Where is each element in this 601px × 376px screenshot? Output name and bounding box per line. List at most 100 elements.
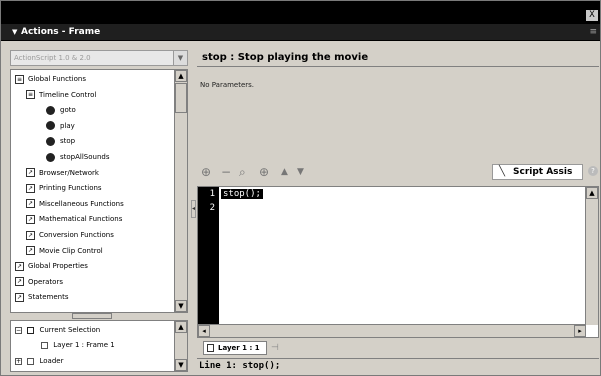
tree-item[interactable]: ↗ Operators xyxy=(15,275,63,289)
action-circle-icon xyxy=(46,136,55,146)
tree-item[interactable]: ↗ Printing Functions xyxy=(26,181,102,195)
book-closed-icon: ↗ xyxy=(26,246,35,256)
book-closed-icon: ↗ xyxy=(15,277,24,287)
line-number: 1 xyxy=(209,189,215,199)
editor-vertical-scrollbar[interactable]: ▲ xyxy=(585,187,598,325)
book-closed-icon: ↗ xyxy=(15,292,24,302)
script-tab-layer[interactable]: Layer 1 : 1 xyxy=(203,341,267,355)
code-line-selected[interactable]: stop(); xyxy=(221,189,263,199)
wand-icon: ╲ xyxy=(499,166,506,177)
tree-item-label: Timeline Control xyxy=(39,90,97,99)
tree-item[interactable]: ↗ Statements xyxy=(15,290,68,304)
language-version-value: ActionScript 1.0 & 2.0 xyxy=(14,54,91,62)
book-closed-icon xyxy=(27,326,35,334)
navigator-scrollbar[interactable]: ▲ ▼ xyxy=(174,321,187,371)
navigator-item-label: Current Selection xyxy=(39,326,101,334)
pane-resize-handle[interactable] xyxy=(72,313,112,319)
pin-icon[interactable]: ⊣ xyxy=(271,343,279,353)
tree-item-label: Miscellaneous Functions xyxy=(39,199,124,208)
options-menu-icon[interactable]: ≡ xyxy=(589,27,597,37)
frame-icon xyxy=(41,341,48,349)
navigator-item-label: Loader xyxy=(39,357,64,365)
action-description-header: stop : Stop playing the movie xyxy=(197,49,599,67)
script-toolbar: ⊕ − ⌕ ⊕ ▲ ▼ ╲ Script Assis ? xyxy=(197,162,599,182)
tree-item-label: Conversion Functions xyxy=(39,231,114,239)
chevron-down-icon[interactable]: ▼ xyxy=(173,51,187,65)
tree-item[interactable]: ≡ Timeline Control xyxy=(26,88,96,102)
tree-item[interactable]: stop xyxy=(46,134,75,148)
language-version-select[interactable]: ActionScript 1.0 & 2.0 ▼ xyxy=(10,50,188,66)
action-circle-icon xyxy=(46,105,55,115)
tree-item[interactable]: ↗ Mathematical Functions xyxy=(26,212,122,226)
scroll-up-icon[interactable]: ▲ xyxy=(175,70,187,82)
tree-item-label: Movie Clip Control xyxy=(39,246,103,255)
tree-item[interactable]: goto xyxy=(46,103,76,117)
book-closed-icon: ↗ xyxy=(26,214,35,224)
scroll-right-icon[interactable]: ▸ xyxy=(574,325,586,337)
delete-icon[interactable]: − xyxy=(221,165,231,179)
book-closed-icon: ↗ xyxy=(26,199,35,209)
panel-title-bar[interactable]: ▼ Actions - Frame ≡ xyxy=(1,24,600,41)
book-closed-icon: ↗ xyxy=(15,261,24,271)
book-closed-icon: ↗ xyxy=(26,183,35,193)
find-icon[interactable]: ⌕ xyxy=(239,165,246,180)
collapse-toolbox-handle[interactable]: ◂ xyxy=(191,200,196,218)
action-description: stop : Stop playing the movie xyxy=(202,52,369,63)
scroll-down-icon[interactable]: ▼ xyxy=(175,359,187,371)
scroll-thumb[interactable] xyxy=(175,83,187,113)
tree-scrollbar[interactable]: ▲ ▼ xyxy=(174,70,187,312)
book-open-icon: ≡ xyxy=(15,74,24,84)
action-circle-icon xyxy=(46,121,55,131)
script-navigator[interactable]: − Current Selection Layer 1 : Frame 1 + … xyxy=(10,320,188,372)
script-assist-button[interactable]: ╲ Script Assis xyxy=(492,164,583,180)
navigator-item-current-selection[interactable]: − Current Selection xyxy=(15,326,100,334)
panel-title: Actions - Frame xyxy=(21,27,101,37)
book-closed-icon: ↗ xyxy=(26,168,35,178)
script-tab-label: Layer 1 : 1 xyxy=(218,344,260,352)
scroll-down-icon[interactable]: ▼ xyxy=(175,300,187,312)
actions-tree[interactable]: ≡ Global Functions ≡ Timeline Control goto pl… xyxy=(10,69,188,313)
navigator-item-layer-frame[interactable]: Layer 1 : Frame 1 xyxy=(41,341,115,349)
editor-horizontal-scrollbar[interactable]: ◂ ▸ xyxy=(198,324,586,337)
up-icon[interactable]: ▲ xyxy=(281,167,288,177)
tree-item[interactable]: play xyxy=(46,119,75,133)
scroll-up-icon[interactable]: ▲ xyxy=(586,187,598,199)
down-icon[interactable]: ▼ xyxy=(297,167,304,177)
tree-item-label: Global Properties xyxy=(28,262,88,271)
script-doc-icon xyxy=(207,344,214,352)
tree-item[interactable]: stopAllSounds xyxy=(46,150,110,164)
line-number-gutter: 1 2 xyxy=(198,187,219,325)
action-circle-icon xyxy=(46,152,55,162)
tree-item[interactable]: ≡ Global Functions xyxy=(15,72,86,86)
tree-item-label: stop xyxy=(60,137,76,146)
status-bar: Line 1: stop(); xyxy=(197,358,599,372)
script-assist-label: Script Assis xyxy=(513,167,573,177)
collapse-triangle-icon[interactable]: ▼ xyxy=(12,28,17,36)
tree-item[interactable]: ↗ Miscellaneous Functions xyxy=(26,197,124,211)
tree-item-label: Mathematical Functions xyxy=(39,215,123,224)
scroll-left-icon[interactable]: ◂ xyxy=(198,325,210,337)
script-editor[interactable]: 1 2 stop(); ▲ ◂ ▸ xyxy=(197,186,599,338)
scroll-up-icon[interactable]: ▲ xyxy=(175,321,187,333)
tree-item[interactable]: ↗ Browser/Network xyxy=(26,166,99,180)
navigator-item-label: Layer 1 : Frame 1 xyxy=(53,341,115,349)
add-icon[interactable]: ⊕ xyxy=(201,165,211,179)
help-icon[interactable]: ? xyxy=(588,166,598,176)
collapse-minus-icon[interactable]: − xyxy=(15,326,22,334)
navigator-item-loader[interactable]: + Loader xyxy=(15,357,63,365)
top-strip: X xyxy=(1,1,600,24)
line-number: 2 xyxy=(209,203,215,213)
tree-item[interactable]: ↗ Global Properties xyxy=(15,259,88,273)
tree-item-label: goto xyxy=(60,106,76,115)
parameters-text: No Parameters. xyxy=(200,81,255,89)
script-pane: stop : Stop playing the movie No Paramet… xyxy=(197,46,599,372)
tree-item-label: Global Functions xyxy=(28,75,86,83)
tree-item[interactable]: ↗ Movie Clip Control xyxy=(26,244,103,258)
expand-plus-icon[interactable]: + xyxy=(15,357,22,365)
target-icon[interactable]: ⊕ xyxy=(259,165,269,179)
tree-item-label: Printing Functions xyxy=(39,184,102,193)
scene-icon xyxy=(27,357,35,365)
tree-item[interactable]: ↗ Conversion Functions xyxy=(26,228,114,242)
close-icon[interactable]: X xyxy=(586,10,598,21)
tree-item-label: Browser/Network xyxy=(39,168,99,177)
